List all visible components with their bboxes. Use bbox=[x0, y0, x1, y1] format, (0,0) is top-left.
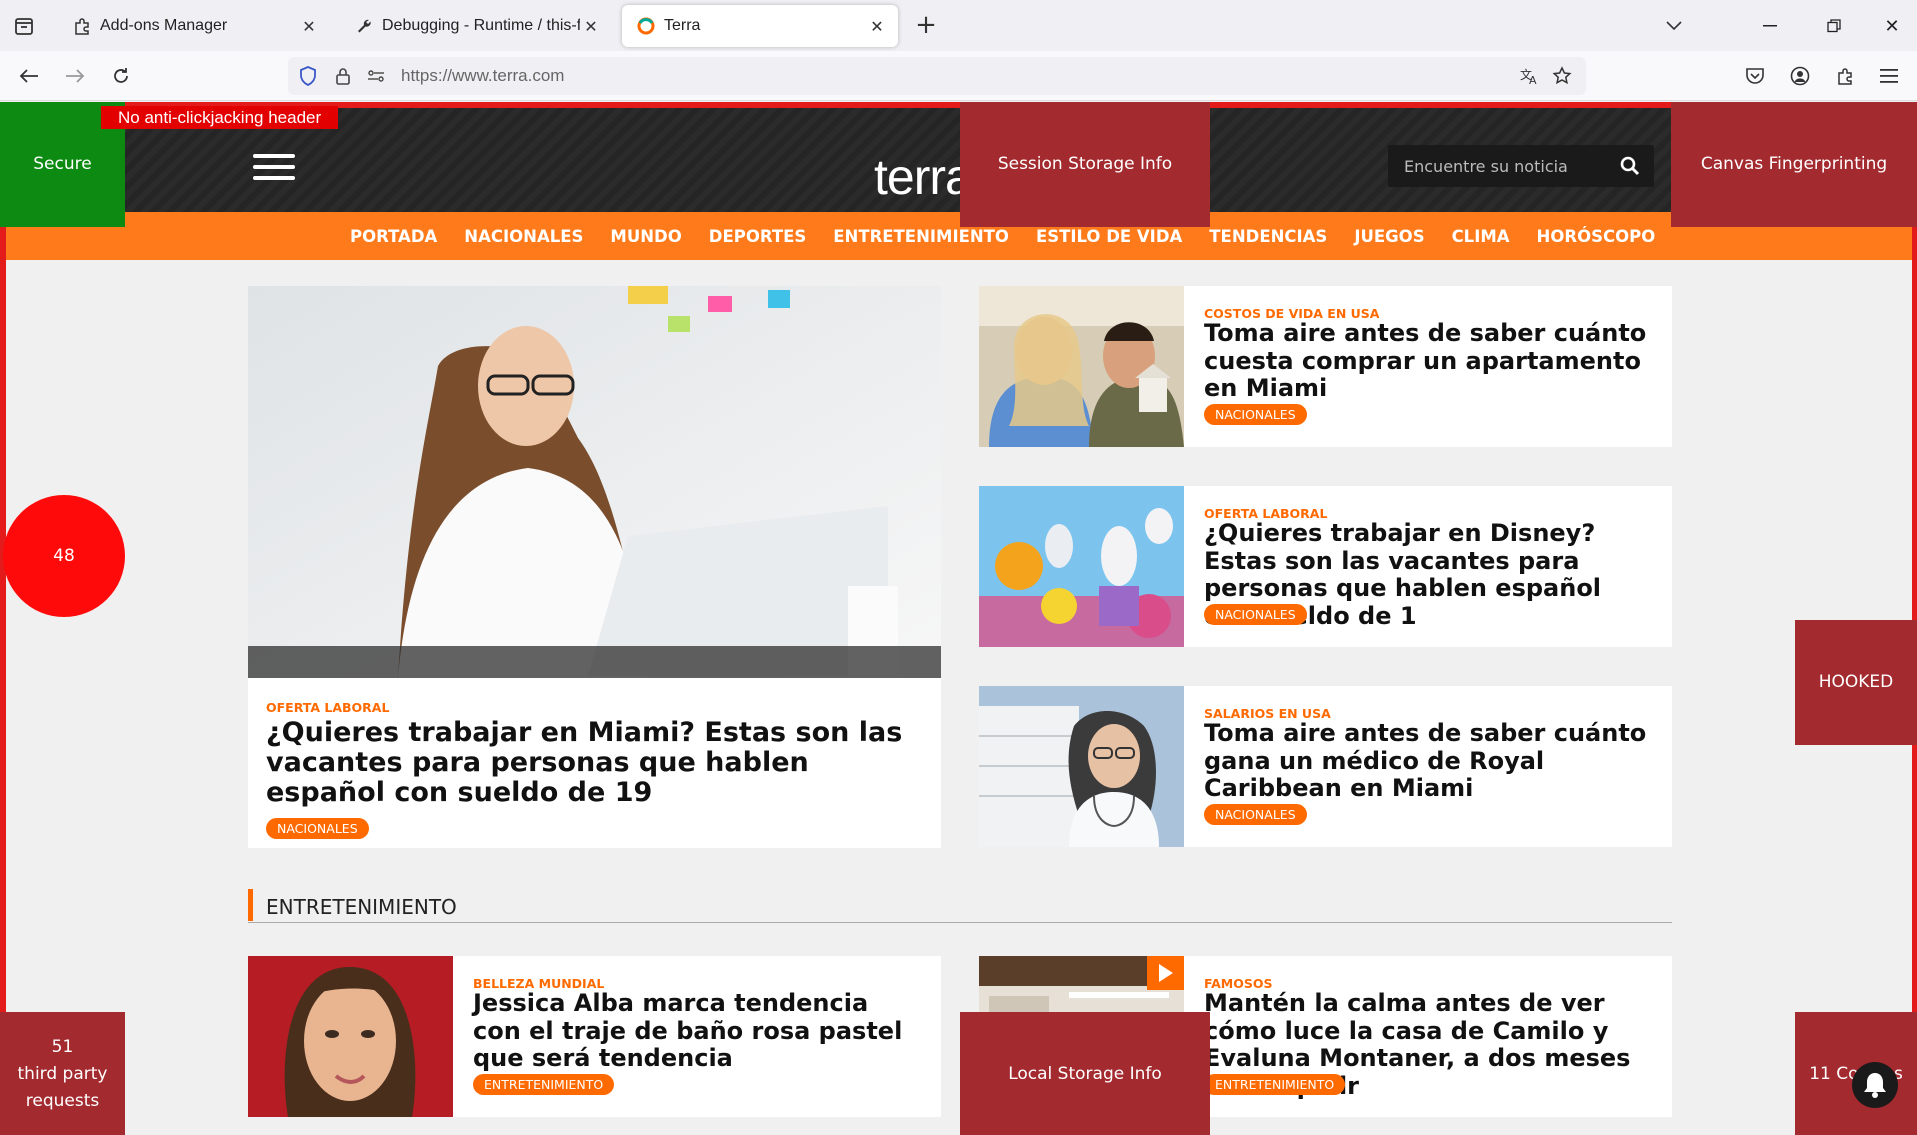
close-icon[interactable]: ✕ bbox=[580, 15, 602, 37]
translate-icon[interactable]: 文A bbox=[1520, 66, 1540, 86]
window-close-icon[interactable]: ✕ bbox=[1876, 10, 1908, 42]
notification-bell-icon[interactable] bbox=[1852, 1062, 1898, 1108]
menu-item-estilo-de-vida[interactable]: ESTILO DE VIDA bbox=[1036, 227, 1182, 246]
search-icon[interactable] bbox=[1620, 156, 1640, 176]
menu-item-nacionales[interactable]: NACIONALES bbox=[464, 227, 583, 246]
list-all-tabs-icon[interactable] bbox=[1658, 10, 1690, 42]
section-title[interactable]: ENTRETENIMIENTO bbox=[266, 895, 457, 919]
account-icon[interactable] bbox=[1785, 61, 1815, 91]
close-icon[interactable]: ✕ bbox=[866, 15, 888, 37]
article-card[interactable]: BELLEZA MUNDIAL Jessica Alba marca tende… bbox=[248, 956, 941, 1117]
article-headline[interactable]: Toma aire antes de saber cuánto cuesta c… bbox=[1204, 319, 1654, 403]
menu-item-tendencias[interactable]: TENDENCIAS bbox=[1209, 227, 1327, 246]
menu-icon[interactable] bbox=[1874, 61, 1904, 91]
hero-image[interactable] bbox=[248, 286, 941, 678]
tab-addons-manager[interactable]: Add-ons Manager ✕ bbox=[58, 5, 330, 47]
menu-item-clima[interactable]: CLIMA bbox=[1452, 227, 1510, 246]
menu-item-mundo[interactable]: MUNDO bbox=[610, 227, 681, 246]
section-accent-bar bbox=[248, 889, 253, 921]
url-text[interactable]: https://www.terra.com bbox=[401, 66, 564, 86]
hamburger-menu-icon[interactable] bbox=[253, 154, 295, 182]
menu-item-juegos[interactable]: JUEGOS bbox=[1354, 227, 1424, 246]
article-card[interactable]: SALARIOS EN USA Toma aire antes de saber… bbox=[979, 686, 1672, 847]
pocket-icon[interactable] bbox=[1740, 61, 1770, 91]
extensions-icon[interactable] bbox=[1830, 61, 1860, 91]
article-headline[interactable]: ¿Quieres trabajar en Miami? Estas son la… bbox=[266, 718, 916, 808]
article-headline[interactable]: Jessica Alba marca tendencia con el traj… bbox=[473, 989, 923, 1073]
reload-icon[interactable] bbox=[106, 61, 136, 91]
menu-item-deportes[interactable]: DEPORTES bbox=[709, 227, 806, 246]
category-badge[interactable]: ENTRETENIMIENTO bbox=[1204, 1074, 1346, 1095]
tab-terra[interactable]: Terra ✕ bbox=[622, 5, 898, 47]
forward-arrow-icon[interactable] bbox=[60, 61, 90, 91]
article-headline[interactable]: Toma aire antes de saber cuánto gana un … bbox=[1204, 719, 1654, 803]
navigation-toolbar: https://www.terra.com 文A bbox=[0, 51, 1917, 101]
tab-bar: Add-ons Manager ✕ Debugging - Runtime / … bbox=[0, 0, 1917, 51]
menu-item-portada[interactable]: PORTADA bbox=[350, 227, 437, 246]
wrench-icon bbox=[354, 16, 374, 36]
close-icon[interactable]: ✕ bbox=[298, 15, 320, 37]
tab-list-icon[interactable] bbox=[10, 12, 38, 40]
hooked-panel[interactable]: HOOKED bbox=[1795, 620, 1917, 745]
tab-label: Debugging - Runtime / this-firefox bbox=[382, 17, 580, 34]
category-badge[interactable]: ENTRETENIMIENTO bbox=[473, 1074, 615, 1095]
clickjacking-warning: No anti-clickjacking header bbox=[101, 106, 339, 129]
article-card[interactable]: COSTOS DE VIDA EN USA Toma aire antes de… bbox=[979, 286, 1672, 447]
article-kicker: OFERTA LABORAL bbox=[266, 700, 390, 715]
address-bar[interactable]: https://www.terra.com 文A bbox=[288, 57, 1586, 95]
tab-label: Terra bbox=[664, 17, 701, 34]
permissions-icon[interactable] bbox=[366, 66, 386, 86]
search-input[interactable] bbox=[1388, 145, 1608, 187]
category-badge[interactable]: NACIONALES bbox=[266, 818, 369, 839]
article-card[interactable]: OFERTA LABORAL ¿Quieres trabajar en Disn… bbox=[979, 486, 1672, 647]
canvas-fingerprinting-panel[interactable]: Canvas Fingerprinting bbox=[1671, 102, 1917, 227]
tab-label: Add-ons Manager bbox=[100, 17, 228, 34]
tracker-count-badge[interactable]: 48 bbox=[3, 495, 125, 617]
puzzle-icon bbox=[72, 16, 92, 36]
terra-favicon-icon bbox=[636, 16, 656, 36]
third-party-requests-panel[interactable]: 51 third party requests bbox=[0, 1012, 125, 1135]
shield-icon[interactable] bbox=[298, 66, 318, 86]
article-thumbnail[interactable] bbox=[979, 686, 1184, 847]
restore-icon[interactable] bbox=[1818, 10, 1850, 42]
menu-item-entretenimiento[interactable]: ENTRETENIMIENTO bbox=[833, 227, 1009, 246]
tab-debugging[interactable]: Debugging - Runtime / this-firefox ✕ bbox=[340, 5, 612, 47]
article-thumbnail[interactable] bbox=[248, 956, 453, 1117]
site-logo[interactable]: terra bbox=[874, 148, 973, 206]
session-storage-panel[interactable]: Session Storage Info bbox=[960, 102, 1210, 227]
article-thumbnail[interactable] bbox=[979, 286, 1184, 447]
hero-article[interactable]: OFERTA LABORAL ¿Quieres trabajar en Miam… bbox=[248, 286, 941, 848]
back-arrow-icon[interactable] bbox=[14, 61, 44, 91]
svg-text:A: A bbox=[1529, 74, 1537, 85]
bookmark-star-icon[interactable] bbox=[1552, 66, 1572, 86]
local-storage-panel[interactable]: Local Storage Info bbox=[960, 1012, 1210, 1135]
web-page: terra PORTADA NACIONALES MUNDO DEPORTES … bbox=[0, 102, 1917, 1135]
category-badge[interactable]: NACIONALES bbox=[1204, 604, 1307, 625]
menu-item-horoscopo[interactable]: HORÓSCOPO bbox=[1537, 227, 1656, 246]
category-badge[interactable]: NACIONALES bbox=[1204, 804, 1307, 825]
main-menu: PORTADA NACIONALES MUNDO DEPORTES ENTRET… bbox=[6, 212, 1912, 260]
minimize-icon[interactable] bbox=[1754, 10, 1786, 42]
category-badge[interactable]: NACIONALES bbox=[1204, 404, 1307, 425]
new-tab-icon[interactable]: + bbox=[912, 12, 940, 40]
page-frame-right bbox=[1912, 102, 1917, 1135]
lock-icon[interactable] bbox=[333, 66, 353, 86]
page-frame-left bbox=[0, 102, 6, 1135]
search-box bbox=[1388, 145, 1654, 187]
article-thumbnail[interactable] bbox=[979, 486, 1184, 647]
section-heading: ENTRETENIMIENTO bbox=[248, 887, 1672, 923]
